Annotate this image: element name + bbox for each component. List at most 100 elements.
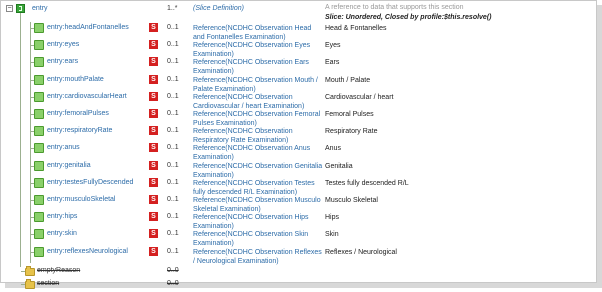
element-description: Femoral Pulses <box>325 111 374 118</box>
element-description: Cardiovascular / heart <box>325 93 394 101</box>
branch-line <box>30 142 31 160</box>
type-reference[interactable]: Reference <box>193 163 225 170</box>
cardinality: 0..1 <box>167 24 179 31</box>
type-reference[interactable]: Reference <box>193 145 225 152</box>
element-description: Hips <box>325 214 340 222</box>
type-reference[interactable]: Reference <box>193 59 225 66</box>
type-reference[interactable]: Reference <box>193 214 225 221</box>
element-name[interactable]: entry:mouthPalate <box>47 76 104 83</box>
slice-row: entry:cardiovascularHeart S 0..1 Reference(… <box>1 90 596 110</box>
cardinality: 0..1 <box>167 161 179 169</box>
must-support-badge: S <box>149 74 158 84</box>
branch-line <box>30 228 31 246</box>
reference-icon <box>34 126 44 137</box>
element-name[interactable]: entry:cardiovascularHeart <box>47 93 127 100</box>
must-support-badge: S <box>149 23 158 32</box>
branch-line <box>30 159 31 177</box>
branch-line <box>30 22 31 40</box>
type-reference[interactable]: Reference <box>193 111 225 118</box>
cardinality: 0..1 <box>167 110 179 117</box>
collapse-toggle-icon[interactable]: − <box>6 5 13 12</box>
element-name[interactable]: entry:ears <box>47 58 78 65</box>
element-name[interactable]: entry:eyes <box>47 41 79 48</box>
cardinality: 0..1 <box>167 75 179 83</box>
must-support-badge: S <box>149 143 158 153</box>
must-support-badge: S <box>149 40 158 50</box>
type-reference[interactable]: Reference <box>193 42 225 49</box>
cardinality: 0..1 <box>167 144 179 152</box>
element-name[interactable]: entry:headAndFontanelles <box>47 24 129 31</box>
must-support-badge: S <box>149 57 158 67</box>
must-support-badge: S <box>149 109 158 118</box>
slice-row: entry:ears S 0..1 Reference(NCDHC Observati… <box>1 56 596 75</box>
slice-note-text: Slice: Unordered, Closed by profile:$thi… <box>325 14 492 21</box>
element-description: Musculo Skeletal <box>325 197 378 204</box>
reference-icon <box>34 40 44 51</box>
reference-icon <box>34 246 44 257</box>
removed-element-row: emptyReason 0..0 <box>1 265 596 279</box>
element-name[interactable]: entry:genitalia <box>47 162 91 169</box>
reference-icon <box>34 57 44 68</box>
type-reference[interactable]: Reference <box>193 180 225 187</box>
type-reference[interactable]: Reference <box>193 77 225 84</box>
cardinality: 0..1 <box>167 41 179 49</box>
reference-icon <box>34 195 44 205</box>
branch-line <box>30 245 31 263</box>
must-support-badge: S <box>149 177 158 187</box>
branch-line <box>30 56 31 74</box>
element-description: Anus <box>325 145 341 153</box>
cardinality: 0..1 <box>167 230 179 238</box>
type-reference[interactable]: Reference <box>193 128 225 135</box>
slice-icon <box>16 4 25 13</box>
type-reference[interactable]: Reference <box>193 94 225 101</box>
element-name[interactable]: entry:reflexesNeurological <box>47 248 128 255</box>
type-reference[interactable]: Reference <box>193 25 225 32</box>
reference-icon <box>34 91 44 102</box>
type-reference[interactable]: Reference <box>193 231 225 238</box>
branch-line <box>30 73 31 91</box>
slice-row: entry:mouthPalate S 0..1 Reference(NCDHC Ob… <box>1 73 596 93</box>
element-description: Head & Fontanelles <box>325 25 387 32</box>
cardinality: 0..1 <box>167 58 179 66</box>
slice-row: entry:headAndFontanelles S 0..1 Reference(N… <box>1 22 596 41</box>
reference-icon <box>34 74 44 85</box>
must-support-badge: S <box>149 229 158 239</box>
element-name[interactable]: entry:respiratoryRate <box>47 127 112 134</box>
slice-definition-type[interactable]: (Slice Definition) <box>193 5 244 12</box>
slice-row: entry:reflexesNeurological S 0..1 Reference… <box>1 245 596 266</box>
cardinality: 0..1 <box>167 196 179 203</box>
element-name[interactable]: section <box>37 280 59 287</box>
branch-line <box>30 125 31 143</box>
slice-row: entry:testesFullyDescended S 0..1 Reference… <box>1 176 596 196</box>
cardinality: 0..1 <box>167 127 179 135</box>
type-reference[interactable]: Reference <box>193 197 225 204</box>
element-description: Respiratory Rate <box>325 128 378 136</box>
cardinality: 1..* <box>167 5 178 12</box>
cardinality: 0..1 <box>167 213 179 221</box>
slice-row: entry:anus S 0..1 Reference(NCDHC Observati… <box>1 142 596 161</box>
element-description: Mouth / Palate <box>325 76 371 84</box>
element-name[interactable]: entry:musculoSkeletal <box>47 196 115 203</box>
element-description: Ears <box>325 59 340 67</box>
element-name[interactable]: entry:skin <box>47 230 77 237</box>
cardinality: 0..1 <box>167 247 179 255</box>
element-type[interactable]: Reference(NCDHC Observation Reflexes / N… <box>193 248 323 266</box>
must-support-badge: S <box>149 91 158 101</box>
element-name[interactable]: entry:testesFullyDescended <box>47 179 133 186</box>
slice-row: entry:respiratoryRate S 0..1 Reference(NCDH… <box>1 125 596 144</box>
cardinality: 0..0 <box>167 279 179 287</box>
element-name[interactable]: entry:hips <box>47 213 77 220</box>
type-reference[interactable]: Reference <box>193 249 225 256</box>
element-name[interactable]: entry:femoralPulses <box>47 110 109 117</box>
element-name[interactable]: entry <box>32 5 48 12</box>
element-description: A reference to data that supports this s… <box>325 4 464 11</box>
element-name[interactable]: emptyReason <box>37 267 80 274</box>
slice-row: entry:hips S 0..1 Reference(NCDHC Observati… <box>1 211 596 230</box>
must-support-badge: S <box>149 246 158 256</box>
reference-icon <box>34 23 44 33</box>
slice-row: entry:eyes S 0..1 Reference(NCDHC Observati… <box>1 39 596 58</box>
cardinality: 0..1 <box>167 178 179 186</box>
element-name[interactable]: entry:anus <box>47 144 80 151</box>
cardinality: 0..0 <box>167 266 179 274</box>
element-description: Genitalia <box>325 162 353 170</box>
